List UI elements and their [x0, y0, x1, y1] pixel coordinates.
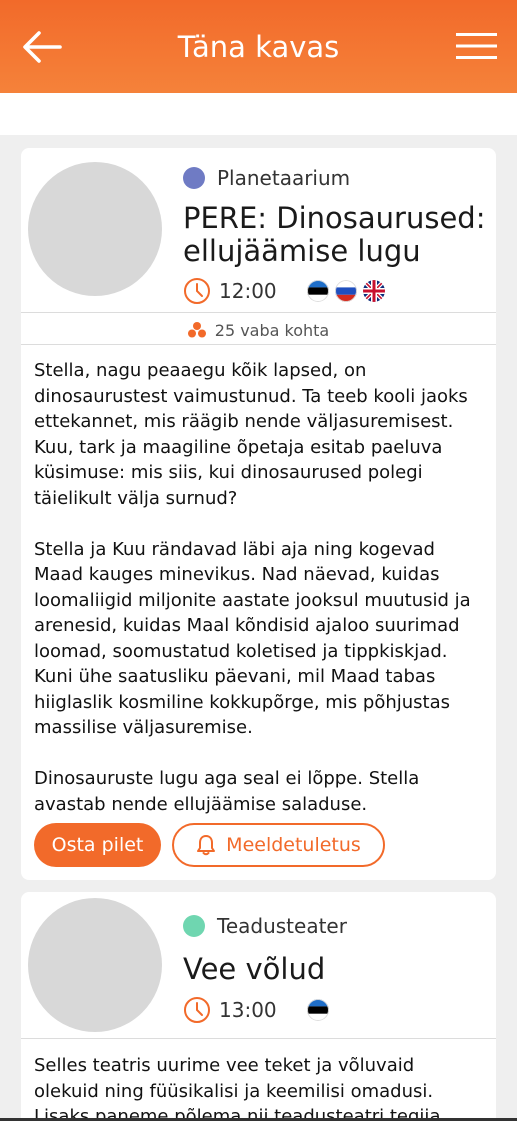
description-paragraph: Dinosauruste lugu aga seal ei lõppe. Ste…: [34, 768, 420, 815]
divider: [21, 312, 496, 313]
reminder-button[interactable]: Meeldetuletus: [172, 823, 385, 867]
category-label: Planetaarium: [217, 166, 351, 190]
category-dot-icon: [183, 915, 205, 937]
event-title: PERE: Dinosaurused: ellujäämise lugu: [183, 201, 486, 268]
language-flags: [306, 999, 335, 1021]
bell-icon: [197, 835, 216, 856]
estonian-flag-icon: [306, 999, 329, 1021]
category-label: Teadusteater: [217, 914, 347, 938]
divider: [21, 1038, 496, 1039]
divider: [21, 344, 496, 345]
event-category: Teadusteater: [183, 914, 347, 938]
seats-available: 25 vaba kohta: [21, 316, 496, 344]
language-flags: [306, 280, 391, 302]
event-description: Selles teatris uurime vee teket ja võluv…: [34, 1055, 441, 1121]
event-image: [28, 898, 162, 1032]
event-card[interactable]: Teadusteater Vee võlud 13:00 Selles teat…: [21, 892, 496, 1121]
event-time: 13:00: [219, 998, 277, 1022]
estonian-flag-icon: [306, 280, 329, 302]
event-time-row: 13:00: [183, 996, 335, 1024]
clock-icon: [184, 278, 210, 304]
reminder-label: Meeldetuletus: [226, 834, 361, 856]
event-image: [28, 162, 162, 296]
people-icon: [187, 322, 206, 338]
description-paragraph: Stella ja Kuu rändavad läbi aja ning kog…: [34, 538, 471, 739]
clock-icon: [184, 997, 210, 1023]
page-title: Täna kavas: [177, 29, 340, 64]
russian-flag-icon: [334, 280, 357, 302]
event-time: 12:00: [219, 279, 277, 303]
event-description: Stella, nagu peaaegu kõik lapsed, on din…: [34, 358, 482, 817]
hamburger-menu-icon[interactable]: [456, 32, 497, 60]
app-header: Täna kavas: [0, 0, 517, 93]
category-dot-icon: [183, 167, 205, 189]
uk-flag-icon: [362, 280, 385, 302]
header-spacer: [0, 93, 517, 135]
seats-label: 25 vaba kohta: [214, 320, 330, 340]
event-title: Vee võlud: [183, 952, 326, 986]
event-time-row: 12:00: [183, 277, 391, 305]
arrow-left-icon[interactable]: [22, 30, 62, 64]
buy-ticket-button[interactable]: Osta pilet: [34, 823, 161, 867]
event-card[interactable]: Planetaarium PERE: Dinosaurused: ellujää…: [21, 148, 496, 880]
buy-ticket-label: Osta pilet: [51, 834, 144, 856]
event-category: Planetaarium: [183, 166, 350, 190]
description-paragraph: Stella, nagu peaaegu kõik lapsed, on din…: [34, 360, 468, 509]
